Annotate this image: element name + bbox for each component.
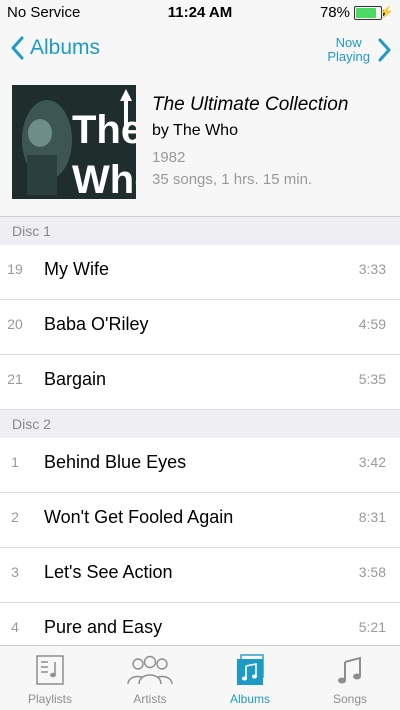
track-row[interactable]: 1 Behind Blue Eyes 3:42 (0, 438, 400, 493)
album-cover: The Who (12, 85, 136, 199)
track-name: Let's See Action (44, 562, 173, 582)
album-header: The Who The Ultimate Collection by The W… (0, 82, 400, 216)
track-name: Behind Blue Eyes (44, 452, 187, 472)
track-duration: 4:59 (358, 316, 386, 332)
track-row[interactable]: 3 Let's See Action 3:58 (0, 548, 400, 603)
tab-label: Albums (229, 692, 270, 706)
now-playing-label: Now Playing (327, 35, 370, 64)
tab-albums[interactable]: Albums (200, 646, 300, 710)
track-duration: 3:58 (358, 564, 386, 580)
tab-label: Playlists (27, 692, 72, 706)
track-duration: 3:33 (358, 261, 386, 277)
album-info: 35 songs, 1 hrs. 15 min. (152, 171, 313, 188)
battery-icon (354, 6, 385, 20)
chevron-left-icon (11, 36, 24, 60)
album-artist: by The Who (152, 122, 238, 139)
status-bar: No Service 11:24 AM 78% ⚡ (0, 0, 400, 26)
albums-icon (237, 654, 264, 685)
battery-percent: 78% (319, 4, 350, 21)
chevron-right-icon (378, 38, 391, 62)
track-row[interactable]: 21 Bargain 5:35 (0, 355, 400, 410)
album-year: 1982 (152, 149, 186, 166)
back-label: Albums (30, 36, 101, 59)
disc-header: Disc 2 (0, 410, 400, 438)
track-number: 3 (11, 564, 19, 580)
track-name: My Wife (44, 259, 109, 279)
album-title: The Ultimate Collection (152, 94, 349, 115)
disc-header: Disc 1 (0, 217, 400, 245)
tab-songs[interactable]: Songs (300, 646, 400, 710)
tab-artists[interactable]: Artists (100, 646, 200, 710)
tab-bar: Playlists Artists Albums Songs (0, 645, 400, 710)
tab-label: Songs (332, 692, 368, 706)
playlists-icon (36, 655, 64, 685)
track-row[interactable]: 19 My Wife 3:33 (0, 245, 400, 300)
back-button[interactable]: Albums (10, 36, 100, 60)
track-number: 4 (11, 619, 19, 635)
navigation-bar: Albums Now Playing (0, 26, 400, 80)
track-name: Bargain (44, 369, 107, 389)
charging-icon: ⚡ (379, 5, 394, 19)
now-playing-button[interactable]: Now Playing (327, 36, 392, 64)
track-number: 20 (7, 316, 23, 332)
artists-icon (127, 655, 173, 685)
tab-playlists[interactable]: Playlists (0, 646, 100, 710)
cover-artist-text: Who (72, 158, 136, 199)
track-duration: 8:31 (358, 509, 386, 525)
track-row[interactable]: 2 Won't Get Fooled Again 8:31 (0, 493, 400, 548)
track-number: 1 (11, 454, 19, 470)
tab-label: Artists (133, 692, 167, 706)
album-art: The Who (12, 85, 136, 199)
track-name: Baba O'Riley (44, 314, 149, 334)
track-list: Disc 1 19 My Wife 3:33 20 Baba O'Riley 4… (0, 217, 400, 658)
album-meta: The Ultimate Collection by The Who 1982 … (152, 94, 348, 188)
songs-icon (338, 656, 361, 684)
track-number: 21 (7, 371, 23, 387)
track-name: Won't Get Fooled Again (44, 507, 234, 527)
track-row[interactable]: 20 Baba O'Riley 4:59 (0, 300, 400, 355)
track-number: 2 (11, 509, 19, 525)
track-duration: 5:21 (358, 619, 386, 635)
track-duration: 5:35 (358, 371, 386, 387)
track-duration: 3:42 (358, 454, 386, 470)
track-number: 19 (7, 261, 23, 277)
track-name: Pure and Easy (44, 617, 163, 637)
